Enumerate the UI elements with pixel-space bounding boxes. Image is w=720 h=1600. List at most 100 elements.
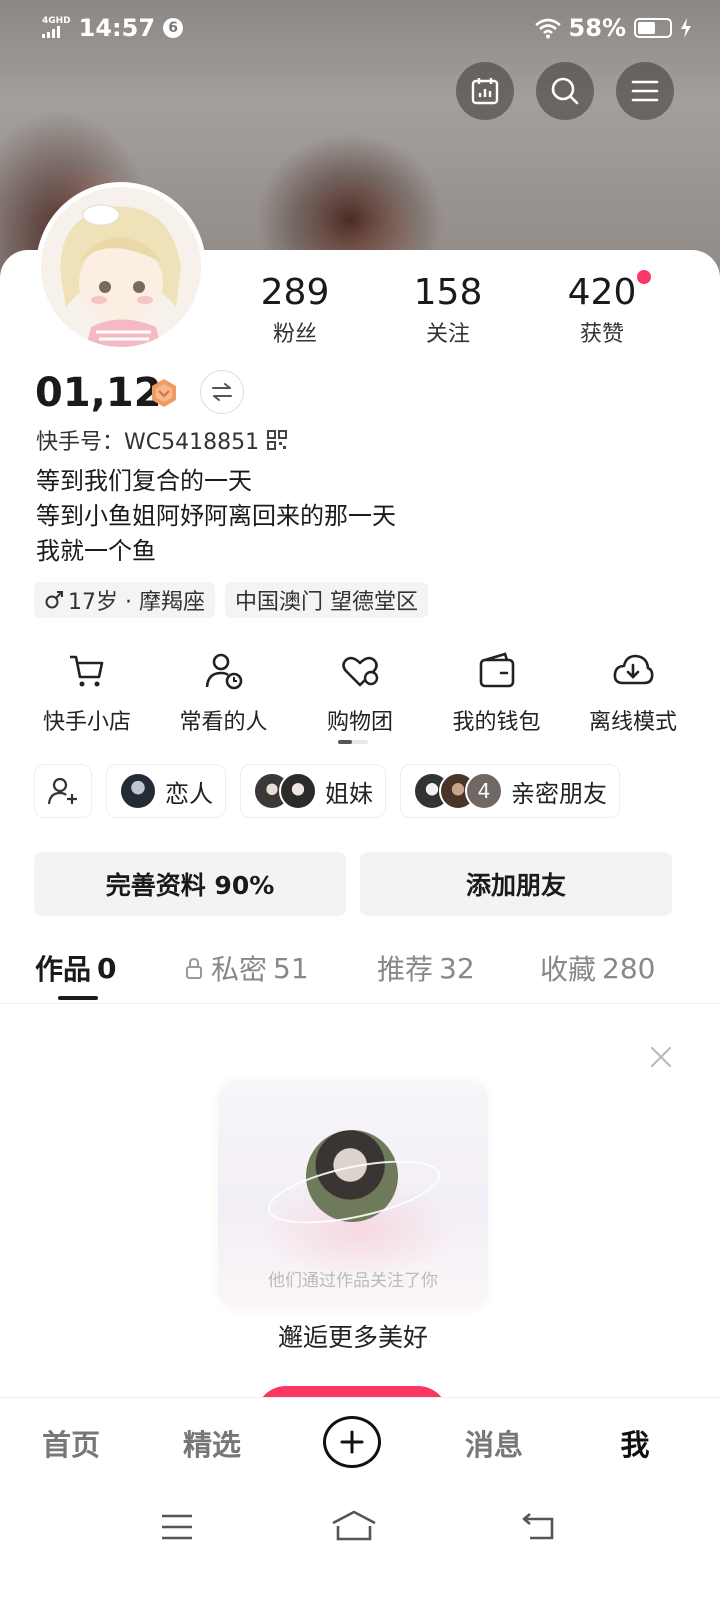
charging-icon bbox=[681, 18, 691, 38]
relation-sisters[interactable]: 姐妹 bbox=[240, 764, 386, 818]
back-icon[interactable] bbox=[520, 1511, 556, 1541]
location-text: 中国澳门 望德堂区 bbox=[234, 590, 418, 615]
lock-icon bbox=[186, 957, 202, 979]
shortcut-label: 常看的人 bbox=[179, 710, 268, 735]
shortcut-wallet[interactable]: 我的钱包 bbox=[430, 648, 564, 736]
bio-line: 我就一个鱼 bbox=[36, 537, 156, 565]
active-tab-indicator bbox=[58, 996, 98, 1000]
relation-lover[interactable]: 恋人 bbox=[106, 764, 226, 818]
relation-avatar bbox=[119, 772, 157, 810]
male-icon bbox=[45, 591, 63, 609]
shortcut-page-indicator bbox=[338, 740, 368, 744]
nav-home[interactable]: 首页 bbox=[21, 1422, 121, 1464]
notification-badge: 6 bbox=[163, 18, 184, 38]
relations-row: 恋人 姐妹 4 亲密朋友 bbox=[34, 764, 620, 818]
status-bar: 4GHD 14:57 6 58% bbox=[0, 0, 720, 56]
tab-works[interactable]: 作品 0 bbox=[35, 948, 117, 988]
status-time: 14:57 bbox=[78, 14, 156, 42]
content-tabs: 作品 0 私密 51 推荐 32 收藏 280 bbox=[0, 944, 720, 1004]
shortcut-grid: 快手小店 常看的人 购物团 我的钱包 离线模式 bbox=[20, 648, 700, 736]
stat-following[interactable]: 158 关注 bbox=[378, 272, 518, 348]
likes-unread-dot bbox=[637, 270, 651, 284]
shortcut-offline-mode[interactable]: 离线模式 bbox=[566, 648, 700, 736]
tab-count: 51 bbox=[273, 951, 309, 985]
relation-close-friends[interactable]: 4 亲密朋友 bbox=[400, 764, 620, 818]
network-indicator: 4GHD bbox=[42, 16, 71, 41]
nav-me[interactable]: 我 bbox=[585, 1422, 685, 1464]
followers-count: 289 bbox=[260, 272, 330, 313]
shortcut-shop[interactable]: 快手小店 bbox=[20, 648, 154, 736]
shortcut-label: 离线模式 bbox=[588, 710, 677, 735]
tab-count: 280 bbox=[602, 951, 656, 985]
wallet-icon bbox=[479, 652, 514, 688]
add-relation-button[interactable] bbox=[34, 764, 92, 818]
system-navigation bbox=[0, 1485, 720, 1600]
search-icon bbox=[551, 77, 579, 105]
relation-avatar bbox=[279, 772, 317, 810]
shortcut-shopping-group[interactable]: 购物团 bbox=[293, 648, 427, 736]
stat-followers[interactable]: 289 粉丝 bbox=[225, 272, 365, 348]
stat-likes[interactable]: 420 获赞 bbox=[532, 272, 672, 348]
age-zodiac-text: 17岁 · 摩羯座 bbox=[68, 590, 205, 615]
relation-count: 4 bbox=[477, 779, 491, 803]
shortcut-label: 购物团 bbox=[326, 710, 393, 735]
menu-button[interactable] bbox=[616, 62, 674, 120]
switch-arrows-icon bbox=[212, 383, 232, 401]
battery-icon bbox=[634, 18, 672, 38]
plus-icon bbox=[340, 1430, 364, 1454]
profile-name: 01,12 bbox=[35, 370, 162, 416]
shortcut-frequent-people[interactable]: 常看的人 bbox=[157, 648, 291, 736]
create-button[interactable] bbox=[323, 1416, 381, 1468]
add-user-icon bbox=[47, 777, 77, 805]
tab-label: 推荐 bbox=[377, 953, 434, 986]
qr-code-icon[interactable] bbox=[267, 430, 288, 450]
switch-account-button[interactable] bbox=[200, 370, 244, 414]
tab-recommend[interactable]: 推荐 32 bbox=[377, 948, 475, 988]
bio[interactable]: 等到我们复合的一天 等到小鱼姐阿妤阿离回来的那一天 我就一个鱼 bbox=[36, 464, 396, 569]
user-id-row[interactable]: 快手号：WC5418851 bbox=[36, 424, 288, 456]
relation-label: 姐妹 bbox=[325, 779, 373, 808]
add-friend-button[interactable]: 添加朋友 bbox=[360, 852, 672, 916]
tab-label: 私密 bbox=[211, 953, 268, 986]
bio-line: 等到小鱼姐阿妤阿离回来的那一天 bbox=[36, 502, 396, 530]
relation-label: 亲密朋友 bbox=[511, 779, 607, 808]
following-count: 158 bbox=[413, 272, 483, 313]
tab-count: 0 bbox=[97, 951, 117, 985]
wifi-icon bbox=[534, 18, 561, 39]
close-icon[interactable] bbox=[648, 1044, 674, 1070]
avatar[interactable] bbox=[36, 182, 206, 352]
likes-label: 获赞 bbox=[579, 322, 624, 347]
relation-label: 恋人 bbox=[165, 779, 213, 808]
battery-percent: 58% bbox=[568, 14, 626, 42]
tab-favorites[interactable]: 收藏 280 bbox=[540, 948, 655, 988]
shortcut-label: 我的钱包 bbox=[452, 710, 541, 735]
likes-count: 420 bbox=[567, 272, 637, 313]
calendar-chart-button[interactable] bbox=[456, 62, 514, 120]
tab-private[interactable]: 私密 51 bbox=[183, 948, 309, 988]
promo-title: 邂逅更多美好 bbox=[277, 1323, 428, 1352]
nav-messages[interactable]: 消息 bbox=[444, 1422, 544, 1464]
tab-label: 作品 bbox=[35, 953, 92, 986]
relation-avatar-count: 4 bbox=[465, 772, 503, 810]
heart-group-icon bbox=[342, 656, 379, 687]
nav-featured[interactable]: 精选 bbox=[162, 1422, 262, 1464]
profile-actions: 完善资料 90% 添加朋友 bbox=[34, 852, 672, 916]
profile-tags: 17岁 · 摩羯座 中国澳门 望德堂区 bbox=[34, 582, 428, 618]
bottom-nav: 首页 精选 消息 我 bbox=[0, 1397, 720, 1485]
tab-label: 收藏 bbox=[540, 953, 597, 986]
promo-caption: 他们通过作品关注了你 bbox=[268, 1271, 438, 1291]
calendar-chart-icon bbox=[471, 78, 499, 105]
level-badge-icon[interactable] bbox=[148, 377, 180, 409]
bio-line: 等到我们复合的一天 bbox=[36, 467, 252, 495]
menu-icon bbox=[631, 80, 659, 102]
following-label: 关注 bbox=[425, 322, 470, 347]
search-button[interactable] bbox=[536, 62, 594, 120]
recent-apps-icon[interactable] bbox=[160, 1513, 194, 1541]
location-tag[interactable]: 中国澳门 望德堂区 bbox=[224, 582, 428, 618]
recommend-card[interactable]: 他们通过作品关注了你 bbox=[218, 1080, 488, 1310]
home-icon[interactable] bbox=[330, 1509, 378, 1543]
tab-count: 32 bbox=[439, 951, 475, 985]
age-zodiac-tag[interactable]: 17岁 · 摩羯座 bbox=[34, 582, 215, 618]
complete-profile-button[interactable]: 完善资料 90% bbox=[34, 852, 346, 916]
followers-label: 粉丝 bbox=[272, 322, 317, 347]
